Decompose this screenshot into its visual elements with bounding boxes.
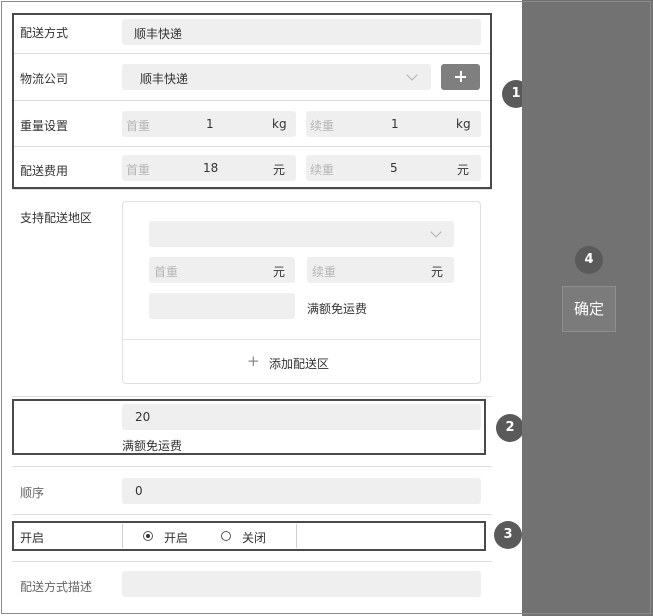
outer-frame [1,1,651,614]
